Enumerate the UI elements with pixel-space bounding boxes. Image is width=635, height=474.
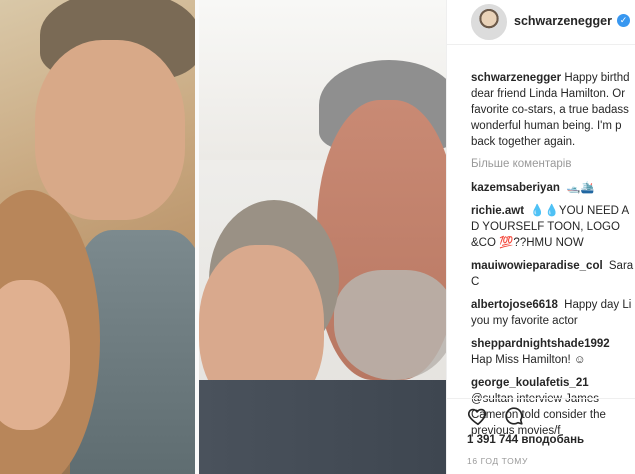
avatar[interactable] — [471, 4, 507, 40]
comment-username[interactable]: albertojose6618 — [471, 299, 558, 311]
comment-username[interactable]: sheppardnightshade1992 — [471, 338, 610, 350]
photo-right-selfie — [199, 0, 446, 474]
comments-list: schwarzenegger Happy birthd dear friend … — [471, 70, 635, 446]
heart-icon[interactable] — [467, 405, 489, 427]
post-header: schwarzenegger ✓ — [447, 0, 635, 45]
comment-item: mauiwowieparadise_col Sara C — [471, 258, 635, 290]
caption-username[interactable]: schwarzenegger — [471, 72, 561, 84]
photo-right-shirt — [199, 380, 446, 474]
comment-username[interactable]: kazemsaberiyan — [471, 182, 560, 194]
comment-item: richie.awt 💧💧YOU NEED A D YOURSELF TOON,… — [471, 203, 635, 251]
post-side-panel: schwarzenegger ✓ schwarzenegger Happy bi… — [446, 0, 635, 474]
post-actions — [447, 398, 635, 429]
verified-badge-icon: ✓ — [617, 14, 630, 27]
comment-text: Hap Miss Hamilton! ☺ — [471, 354, 586, 366]
photo-left-vintage — [0, 0, 197, 474]
more-comments-link[interactable]: Більше коментарів — [471, 156, 635, 172]
comment-username[interactable]: george_koulafetis_21 — [471, 377, 589, 389]
photo-left-face-woman — [0, 280, 70, 430]
photo-left-face-man — [35, 40, 185, 220]
photo-right-beard — [334, 270, 446, 380]
comment-bubble-icon[interactable] — [503, 405, 525, 427]
comment-item: albertojose6618 Happy day Li you my favo… — [471, 297, 635, 329]
comment-item: sheppardnightshade1992 Hap Miss Hamilton… — [471, 336, 635, 368]
post-caption: schwarzenegger Happy birthd dear friend … — [471, 70, 635, 150]
comment-item: kazemsaberiyan 🛥️🛳️ — [471, 180, 635, 196]
comment-username[interactable]: richie.awt — [471, 205, 524, 217]
post-image[interactable] — [0, 0, 446, 474]
likes-count[interactable]: 1 391 744 вподобань — [467, 434, 584, 446]
post-timestamp: 16 ГОД ТОМУ — [467, 456, 528, 466]
comment-username[interactable]: mauiwowieparadise_col — [471, 260, 603, 272]
post-username[interactable]: schwarzenegger — [514, 14, 612, 28]
comment-text: 🛥️🛳️ — [566, 182, 595, 194]
